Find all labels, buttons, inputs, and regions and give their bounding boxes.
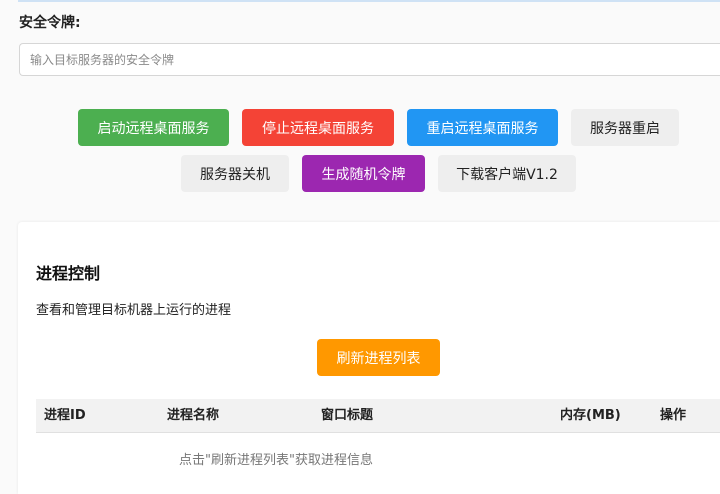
column-header-memory: 内存(MB) — [560, 408, 621, 423]
token-label: 安全令牌: — [19, 15, 81, 31]
stop-rdp-button[interactable]: 停止远程桌面服务 — [242, 109, 394, 146]
download-client-button[interactable]: 下载客户端V1.2 — [438, 155, 576, 192]
process-panel-description: 查看和管理目标机器上运行的进程 — [36, 303, 232, 318]
process-table-header: 进程ID 进程名称 窗口标题 内存(MB) 操作 — [36, 399, 720, 433]
column-header-pid: 进程ID — [44, 408, 86, 423]
start-rdp-button[interactable]: 启动远程桌面服务 — [78, 109, 229, 146]
column-header-name: 进程名称 — [167, 408, 220, 423]
top-divider — [18, 0, 720, 2]
refresh-process-list-button[interactable]: 刷新进程列表 — [317, 339, 440, 376]
generate-token-button[interactable]: 生成随机令牌 — [302, 155, 425, 192]
process-table-empty-message: 点击"刷新进程列表"获取进程信息 — [179, 453, 373, 468]
process-panel-title: 进程控制 — [36, 264, 101, 283]
server-restart-button[interactable]: 服务器重启 — [571, 109, 679, 146]
column-header-window-title: 窗口标题 — [321, 408, 374, 423]
column-header-actions: 操作 — [660, 408, 687, 423]
server-shutdown-button[interactable]: 服务器关机 — [181, 155, 289, 192]
restart-rdp-button[interactable]: 重启远程桌面服务 — [407, 109, 558, 146]
token-input[interactable] — [19, 43, 720, 76]
